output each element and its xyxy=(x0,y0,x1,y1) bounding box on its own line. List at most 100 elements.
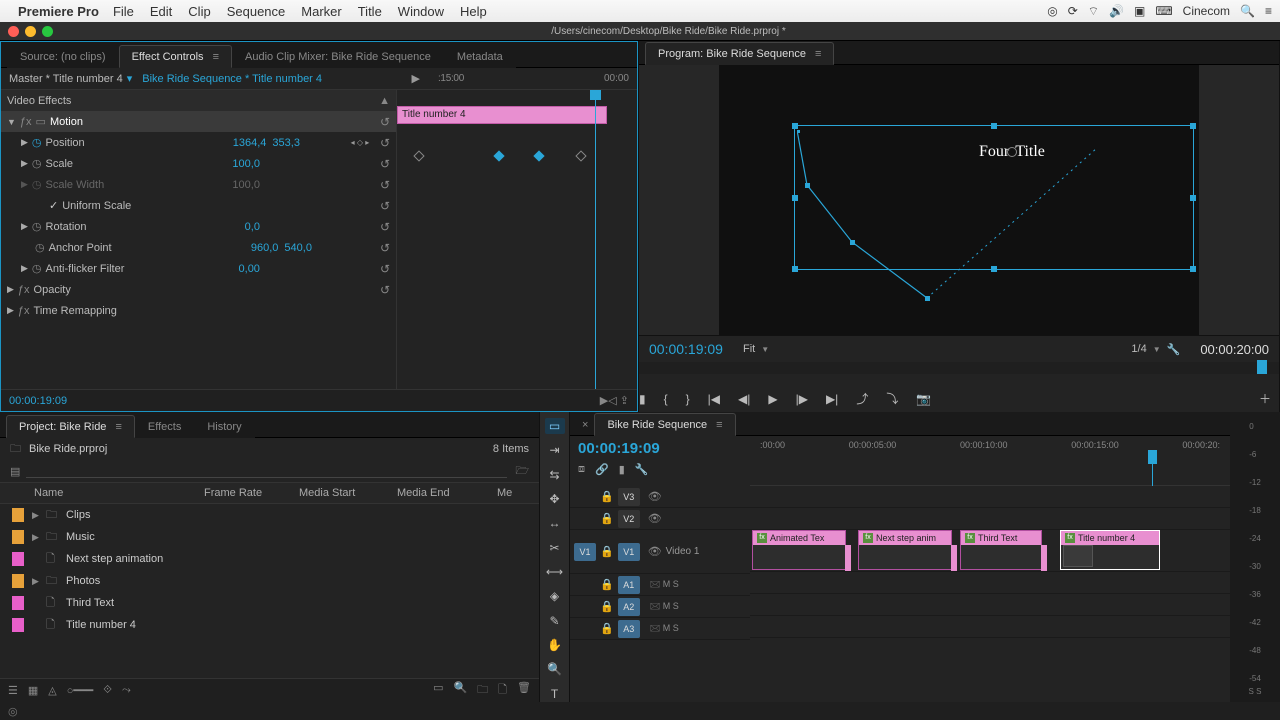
new-item-dropdown-icon[interactable]: 🗋 xyxy=(498,681,507,700)
program-scrubber[interactable] xyxy=(639,362,1279,374)
menu-clip[interactable]: Clip xyxy=(188,4,210,19)
sort-icon[interactable]: ⟐ xyxy=(103,684,112,697)
stopwatch-icon[interactable]: ◷ xyxy=(35,241,45,254)
tab-audio-mixer[interactable]: Audio Clip Mixer: Bike Ride Sequence xyxy=(232,45,444,68)
spotlight-icon[interactable]: 🔍 xyxy=(1240,4,1255,18)
project-columns[interactable]: NameFrame RateMedia StartMedia EndMe xyxy=(0,482,539,504)
position-y-value[interactable]: 353,3 xyxy=(272,137,300,149)
title-text-overlay[interactable]: FourTitle xyxy=(979,143,1045,161)
keyframe-icon[interactable] xyxy=(533,150,544,161)
checkbox-icon[interactable]: ✓ xyxy=(49,199,58,212)
list-view-icon[interactable]: ☰ xyxy=(8,684,18,697)
volume-icon[interactable]: 🔊 xyxy=(1109,4,1124,18)
menu-sequence[interactable]: Sequence xyxy=(227,4,286,19)
keyframe-icon[interactable] xyxy=(575,150,586,161)
search-input[interactable] xyxy=(26,465,507,478)
position-x-value[interactable]: 1364,4 xyxy=(233,137,267,149)
reset-icon[interactable]: ↺ xyxy=(380,199,390,213)
new-bin-icon[interactable]: 🗀 xyxy=(477,681,488,700)
input-icon[interactable]: ⌨ xyxy=(1155,4,1172,18)
extract-icon[interactable]: ⤵ xyxy=(886,390,898,407)
snap-icon[interactable]: ⧈ xyxy=(578,463,585,476)
ec-scale-row[interactable]: ▶ ◷ Scale 100,0 ↺ xyxy=(1,153,396,174)
ec-clip-bar[interactable]: Title number 4 xyxy=(397,106,607,124)
ec-master-clip[interactable]: Master * Title number 4 xyxy=(9,73,123,85)
tab-effect-controls[interactable]: Effect Controls ≡ xyxy=(119,45,232,68)
ec-flicker-row[interactable]: ▶ ◷ Anti-flicker Filter 0,00 ↺ xyxy=(1,258,396,279)
project-item[interactable]: 🗋Third Text xyxy=(0,592,539,614)
zoom-fit[interactable]: Fit xyxy=(743,343,755,355)
add-marker-icon[interactable]: ▮ xyxy=(639,392,646,406)
pen-tool-icon[interactable]: ✎ xyxy=(545,613,565,629)
close-tab-icon[interactable]: × xyxy=(576,415,594,435)
menu-edit[interactable]: Edit xyxy=(150,4,172,19)
find-icon[interactable]: 🗁 xyxy=(515,462,529,481)
ripple-edit-tool-icon[interactable]: ⇆ xyxy=(545,467,565,483)
slide-tool-icon[interactable]: ◈ xyxy=(545,588,565,604)
step-back-icon[interactable]: ◀| xyxy=(738,392,750,406)
tab-metadata[interactable]: Metadata xyxy=(444,45,516,68)
go-to-out-icon[interactable]: ▶| xyxy=(826,392,838,406)
user-label[interactable]: Cinecom xyxy=(1183,4,1230,18)
tab-sequence[interactable]: Bike Ride Sequence ≡ xyxy=(594,413,735,436)
track-header-v1[interactable]: V1🔒V1👁Video 1 xyxy=(570,530,750,574)
twirl-icon[interactable]: ▼ xyxy=(7,117,16,127)
keyframe-icon[interactable] xyxy=(493,150,504,161)
battery-icon[interactable]: ▣ xyxy=(1134,4,1145,18)
bin-icon[interactable]: 🗀 xyxy=(10,440,21,459)
playhead-icon[interactable] xyxy=(1257,360,1267,374)
reset-icon[interactable]: ↺ xyxy=(380,157,390,171)
menu-help[interactable]: Help xyxy=(460,4,487,19)
reset-icon[interactable]: ↺ xyxy=(380,220,390,234)
ec-playhead[interactable] xyxy=(595,90,596,389)
reset-icon[interactable]: ↺ xyxy=(380,178,390,192)
track-header-v3[interactable]: 🔒V3👁 xyxy=(570,486,750,508)
audio-meter[interactable]: 0-6-12-18-24-30-36-42-48-54 S S xyxy=(1230,412,1280,702)
tab-program[interactable]: Program: Bike Ride Sequence ≡ xyxy=(645,42,834,65)
slip-tool-icon[interactable]: ⟷ xyxy=(545,564,565,580)
panel-menu-icon[interactable]: ≡ xyxy=(812,48,821,60)
rolling-edit-tool-icon[interactable]: ✥ xyxy=(545,491,565,507)
fx-toggle-icon[interactable]: ƒx xyxy=(20,116,32,128)
reset-icon[interactable]: ↺ xyxy=(380,283,390,297)
timeline-settings-icon[interactable]: 🔧 xyxy=(635,463,649,476)
ec-mini-timeline[interactable]: Title number 4 xyxy=(396,90,637,389)
fx-toggle-icon[interactable]: ƒx xyxy=(18,284,30,296)
new-item-icon[interactable]: ▭ xyxy=(433,681,443,700)
project-item[interactable]: 🗋Next step animation xyxy=(0,548,539,570)
stopwatch-icon[interactable]: ◷ xyxy=(32,136,42,149)
find-icon[interactable]: 🔍 xyxy=(453,681,467,700)
keyframe-nav[interactable]: ◂ ◇ ▸ xyxy=(340,138,380,147)
reset-icon[interactable]: ↺ xyxy=(380,136,390,150)
anchor-point-icon[interactable] xyxy=(1007,147,1017,157)
zoom-slider[interactable]: ○━━━ xyxy=(67,684,94,697)
track-header-v2[interactable]: 🔒V2👁 xyxy=(570,508,750,530)
clear-icon[interactable]: 🗑 xyxy=(517,681,531,700)
ec-remap-row[interactable]: ▶ ƒx Time Remapping xyxy=(1,300,396,321)
close-window-icon[interactable] xyxy=(8,26,19,37)
motion-path[interactable] xyxy=(797,130,1097,310)
dropdown-icon[interactable]: ▼ xyxy=(761,345,769,354)
tab-source[interactable]: Source: (no clips) xyxy=(7,45,119,68)
step-forward-icon[interactable]: |▶ xyxy=(796,392,808,406)
menu-window[interactable]: Window xyxy=(398,4,444,19)
timeline-clip[interactable]: fxThird Text xyxy=(960,530,1042,570)
track-header-a2[interactable]: 🔒A2🖂 M S xyxy=(570,596,750,618)
menu-file[interactable]: File xyxy=(113,4,134,19)
selection-tool-icon[interactable]: ▭ xyxy=(545,418,565,434)
cc-home-icon[interactable]: ◎ xyxy=(8,705,18,718)
project-item[interactable]: ▶🗀Photos xyxy=(0,570,539,592)
stopwatch-icon[interactable]: ◷ xyxy=(32,262,42,275)
ec-uniform-row[interactable]: ✓ Uniform Scale ↺ xyxy=(1,195,396,216)
reset-icon[interactable]: ↺ xyxy=(380,241,390,255)
reset-icon[interactable]: ↺ xyxy=(380,262,390,276)
timeline-timecode[interactable]: 00:00:19:09 xyxy=(578,440,742,457)
dropdown-icon[interactable]: ▼ xyxy=(1153,345,1161,354)
play-only-icon[interactable]: ▶ xyxy=(411,72,419,85)
type-tool-icon[interactable]: T xyxy=(545,686,565,702)
ec-anchor-row[interactable]: ◷ Anchor Point 960,0 540,0 ↺ xyxy=(1,237,396,258)
tab-project[interactable]: Project: Bike Ride ≡ xyxy=(6,415,135,438)
menu-marker[interactable]: Marker xyxy=(301,4,341,19)
project-item[interactable]: ▶🗀Music xyxy=(0,526,539,548)
button-editor-icon[interactable]: ＋ xyxy=(1259,390,1271,407)
